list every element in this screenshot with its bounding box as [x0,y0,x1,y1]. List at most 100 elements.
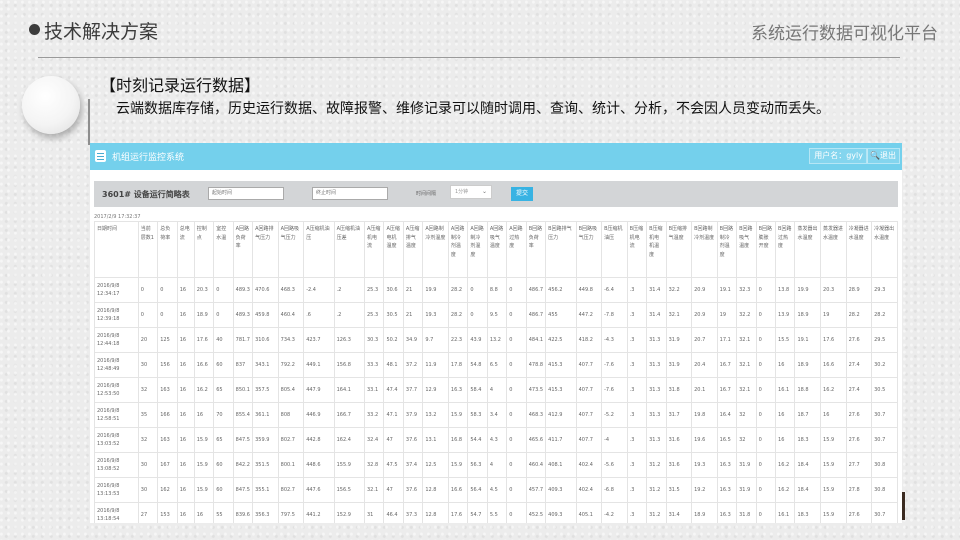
table-cell: 37.7 [402,377,424,403]
column-header: B回路膨胀开度 [755,221,777,278]
table-cell: 31.3 [646,427,667,453]
table-cell: 16.7 [716,352,738,378]
submit-button[interactable]: 提交 [511,187,533,201]
logout-button[interactable]: 🔍退出 [866,148,900,164]
table-cell: 0 [137,277,159,303]
column-header: 冷凝器进水温度 [845,221,873,278]
table-cell: 16 [193,402,215,428]
table-cell: 31.4 [646,277,667,303]
table-cell: 489.3 [232,277,254,303]
table-cell: 20.1 [691,377,718,403]
table-cell: 28.2 [845,302,873,328]
interval-label: 时间间隔 [416,191,437,197]
table-cell: 166 [157,402,178,428]
table-cell: 0 [213,277,234,303]
column-header: B压缩排气温度 [665,221,693,278]
table-cell: 56.3 [467,452,488,478]
table-cell: 30.6 [383,277,404,303]
filter-title: 3601# 设备运行简略表 [102,190,190,199]
table-cell: 58.4 [467,377,488,403]
table-cell: 16 [176,277,195,303]
user-button[interactable]: 用户名：gyly [809,148,868,164]
table-cell: .3 [626,477,648,503]
table-row: 2016/9/8 12:48:49 30 156 16 16.6 60 837 343.1 79… [94,352,898,378]
table-cell: 18.9 [794,302,822,328]
table-cell: 2016/9/8 13:18:54 [94,502,139,523]
table-cell: -4.3 [601,327,628,353]
table-cell: 153 [157,502,178,523]
table-cell: 15.9 [447,402,469,428]
table-cell: 310.6 [252,327,279,353]
table-cell: 27.6 [845,427,873,453]
table-cell: 16.4 [716,402,738,428]
logout-label: 退出 [880,151,896,160]
table-cell: 16.8 [447,427,469,453]
table-cell: 31.4 [646,302,667,328]
end-time-input[interactable]: 终止时间 [312,187,388,200]
table-cell: 9.7 [422,327,449,353]
table-row: 2016/9/8 12:53:50 32 163 16 16.2 65 850.1 357.5… [94,377,898,403]
table-cell: 31.4 [665,502,693,523]
table-cell: 357.5 [252,377,279,403]
table-cell: 16 [775,402,796,428]
table-cell: 125 [157,327,178,353]
table-cell: 37.6 [402,477,424,503]
table-cell: 16 [176,502,195,523]
table-cell: 0 [137,302,159,328]
table-cell: 0 [755,377,777,403]
table-cell: 16 [176,452,195,478]
table-row: 2016/9/8 13:03:52 32 163 16 15.9 65 847.5 359.9… [94,427,898,453]
table-cell: 156.5 [333,477,366,503]
table-cell: 0 [506,427,527,453]
table-cell: 16.6 [193,352,215,378]
table-cell: 359.9 [252,427,279,453]
start-time-input[interactable]: 起始时间 [208,187,284,200]
table-cell: 32 [137,427,159,453]
table-cell: 19.8 [691,402,718,428]
table-cell: 447.9 [303,377,335,403]
table-cell: 0 [506,477,527,503]
table-cell: 0 [755,452,777,478]
scrollbar-handle[interactable] [902,492,905,520]
table-cell: 17.6 [193,327,215,353]
bullet-dot-icon [29,24,40,35]
table-cell: 21 [402,277,424,303]
table-cell: 423.7 [303,327,335,353]
table-cell: 20.9 [691,277,718,303]
table-cell: 837 [232,352,254,378]
table-cell: 22.3 [447,327,469,353]
table-cell: 2016/9/8 12:39:18 [94,302,139,328]
table-cell: .3 [626,427,648,453]
table-cell: 449.8 [575,277,603,303]
table-cell: 16 [193,502,215,523]
table-cell: 16.7 [716,377,738,403]
table-header-row: 日期时间 当前层数1 总负荷率 总电流 控制点 室控水温 A回路负荷率 A回路排气压力 A回路吸… [94,221,898,278]
table-cell: 16.3 [447,377,469,403]
table-cell: 361.1 [252,402,279,428]
table-cell: 19 [820,302,847,328]
table-cell: 126.3 [333,327,366,353]
table-cell: 27.4 [845,377,873,403]
column-header: 总负荷率 [157,221,178,278]
table-cell: -6.8 [601,477,628,503]
table-cell: 4 [486,452,508,478]
table-cell: 18.9 [691,502,718,523]
table-cell: 473.5 [525,377,547,403]
interval-select[interactable]: 1分钟 ⌄ [450,185,492,199]
table-cell: 152.9 [333,502,366,523]
column-header: 蒸发器出水温度 [794,221,822,278]
table-cell: 0 [506,277,527,303]
table-cell: 166.7 [333,402,366,428]
table-cell: .3 [626,302,648,328]
table-cell: 54.8 [467,352,488,378]
table-cell: 411.7 [545,427,577,453]
table-cell: 31.8 [665,377,693,403]
table-cell: 441.2 [303,502,335,523]
table-cell: 407.7 [575,402,603,428]
table-cell: 16.5 [716,427,738,453]
table-cell: 0 [506,402,527,428]
table-cell: 20 [137,327,159,353]
hamburger-menu-icon[interactable] [95,150,106,162]
table-cell: 447.6 [303,477,335,503]
table-cell: 0 [213,302,234,328]
